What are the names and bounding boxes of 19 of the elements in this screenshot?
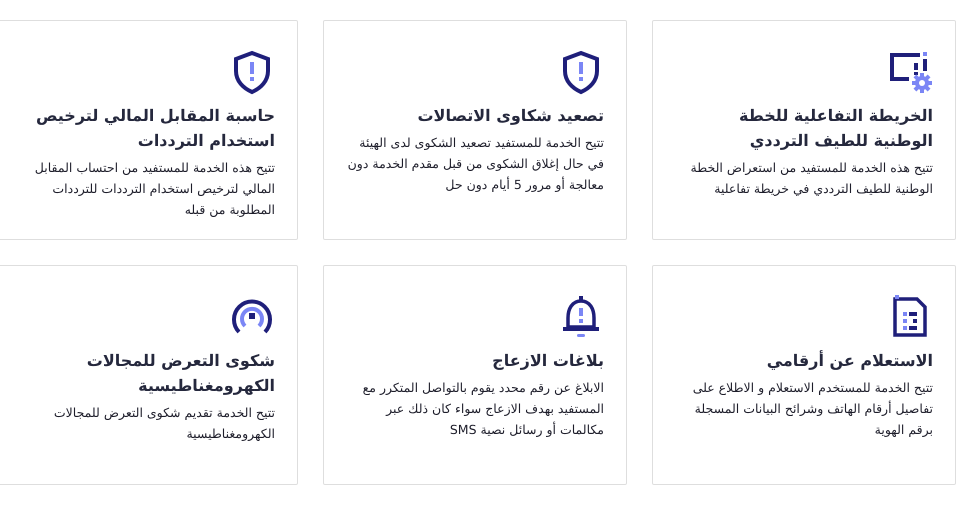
service-description: تتيح الخدمة للمستخدم الاستعلام و الاطلاع على تفاصيل أرقام الهاتف وشرائح البيانات المسجلة برقم الهوية [692, 379, 933, 439]
service-description: تتيح هذه الخدمة للمستفيد من احتساب المقابل المالي لترخيص استخدام الترددات للترددات المطلوبة من قبله [34, 159, 275, 219]
service-card[interactable]: الخريطة التفاعلية للخطة الوطنية للطيف الترددي تتيح هذه الخدمة للمستفيد من استعراض الخطة الوطنية للطيف الترددي في خريطة تفاعلية [652, 20, 956, 240]
service-description: الابلاغ عن رقم محدد يقوم بالتواصل المتكرر مع المستفيد بهدف الازعاج سواء كان ذلك عبر مكالمات أو رسائل نصية SMS [362, 379, 604, 439]
service-title: حاسبة المقابل المالي لترخيص استخدام الترددات [34, 105, 275, 152]
service-card[interactable]: الاستعلام عن أرقامي تتيح الخدمة للمستخدم الاستعلام و الاطلاع على تفاصيل أرقام الهاتف وشرائح البيانات المسجلة برقم الهوية [652, 265, 956, 485]
map-gear-icon [887, 49, 933, 95]
service-title: شكوى التعرض للمجالات الكهرومغناطيسية [86, 350, 275, 397]
service-card[interactable]: تصعيد شكاوى الاتصالات تتيح الخدمة للمستفيد تصعيد الشكوى لدى الهيئة في حال إغلاق الشكوى من قبل مقدم الخدمة دون معالجة أو مرور 5 أيام دون حل [323, 20, 627, 240]
service-title: الخريطة التفاعلية للخطة الوطنية للطيف الترددي [738, 105, 933, 152]
service-title: تصعيد شكاوى الاتصالات [416, 105, 604, 127]
service-title: الاستعلام عن أرقامي [766, 349, 933, 372]
service-card[interactable]: بلاغات الازعاج الابلاغ عن رقم محدد يقوم بالتواصل المتكرر مع المستفيد بهدف الازعاج سواء كان ذلك عبر مكالمات أو رسائل نصية SMS [323, 265, 627, 485]
service-card[interactable]: شكوى التعرض للمجالات الكهرومغناطيسية تتيح الخدمة تقديم شكوى التعرض للمجالات الكهرومغناطيسية [0, 265, 298, 485]
service-description: تتيح الخدمة تقديم شكوى التعرض للمجالات الكهرومغناطيسية [52, 404, 275, 443]
service-card[interactable]: حاسبة المقابل المالي لترخيص استخدام الترددات تتيح هذه الخدمة للمستفيد من احتساب المقابل المالي لترخيص استخدام الترددات للترددات المطلوبة من قبله [0, 20, 298, 240]
service-description: تتيح الخدمة للمستفيد تصعيد الشكوى لدى الهيئة في حال إغلاق الشكوى من قبل مقدم الخدمة دون معالجة أو مرور 5 أيام دون حل [346, 134, 604, 194]
service-description: تتيح هذه الخدمة للمستفيد من استعراض الخطة الوطنية للطيف الترددي في خريطة تفاعلية [690, 159, 933, 198]
service-title: بلاغات الازعاج [491, 350, 604, 372]
